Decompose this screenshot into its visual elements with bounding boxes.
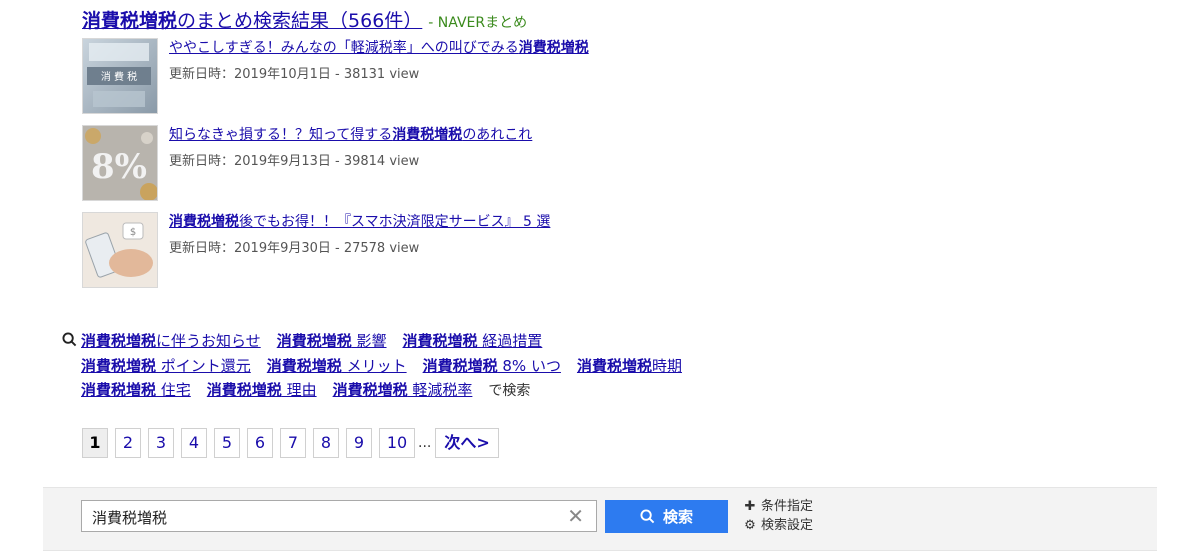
8-percent-thumbnail[interactable]: 8%	[82, 125, 158, 201]
matome-article: 消 費 税 ややこしすぎる！みんなの「軽減税率」への叫びでみる消費税増税 更新日…	[82, 38, 682, 114]
matome-title-link[interactable]: 消費税増税のまとめ検索結果（566件）	[82, 10, 422, 32]
matome-article: $ 消費税増税後でもお得！！『スマホ決済限定サービス』 5 選 更新日時：201…	[82, 212, 682, 288]
pagination: 1 2 3 4 5 6 7 8 9 10 ... 次へ>	[82, 428, 506, 458]
bottom-search-bar: ✕ 検索 ✚ 条件指定 ⚙ 検索設定	[43, 487, 1157, 551]
related-search-link[interactable]: 消費税増税 ポイント還元	[81, 357, 251, 375]
related-search-link[interactable]: 消費税増税時期	[577, 357, 682, 375]
article-meta: 更新日時：2019年9月13日 - 39814 view	[169, 154, 420, 169]
page-link[interactable]: 4	[181, 428, 207, 458]
search-button-label: 検索	[662, 508, 693, 526]
article-title-link[interactable]: 消費税増税後でもお得！！『スマホ決済限定サービス』 5 選	[169, 212, 550, 232]
tax-sign-thumbnail[interactable]: 消 費 税	[82, 38, 158, 114]
related-search-link[interactable]: 消費税増税 理由	[207, 381, 317, 399]
related-search-suffix: で検索	[488, 382, 531, 399]
article-title-link[interactable]: 知らなきゃ損する！？知って得する消費税増税のあれこれ	[169, 125, 532, 145]
advanced-search-label: 条件指定	[761, 499, 814, 514]
related-search-link[interactable]: 消費税増税 経過措置	[403, 332, 543, 350]
advanced-search-link[interactable]: ✚ 条件指定	[743, 497, 813, 516]
search-icon	[62, 330, 81, 354]
related-search-link[interactable]: 消費税増税 軽減税率	[333, 381, 473, 399]
page-link[interactable]: 3	[148, 428, 174, 458]
svg-text:8%: 8%	[91, 147, 147, 187]
matome-article: 8% 知らなきゃ損する！？知って得する消費税増税のあれこれ 更新日時：2019年…	[82, 125, 682, 201]
page-link[interactable]: 2	[115, 428, 141, 458]
page-link[interactable]: 5	[214, 428, 240, 458]
related-search-link[interactable]: 消費税増税 メリット	[267, 357, 407, 375]
matome-source: - NAVERまとめ	[428, 15, 528, 31]
article-title-link[interactable]: ややこしすぎる！みんなの「軽減税率」への叫びでみる消費税増税	[169, 38, 589, 58]
search-icon	[640, 509, 655, 524]
search-box: ✕	[81, 500, 597, 533]
matome-result-title: 消費税増税のまとめ検索結果（566件） - NAVERまとめ	[82, 8, 527, 36]
page-current: 1	[82, 428, 108, 458]
clear-icon[interactable]: ✕	[567, 506, 584, 526]
article-meta: 更新日時：2019年10月1日 - 38131 view	[169, 67, 420, 82]
page-link[interactable]: 9	[346, 428, 372, 458]
article-meta: 更新日時：2019年9月30日 - 27578 view	[169, 241, 420, 256]
search-settings-label: 検索設定	[761, 518, 814, 533]
related-search-link[interactable]: 消費税増税 影響	[277, 332, 387, 350]
smartphone-payment-thumbnail[interactable]: $	[82, 212, 158, 288]
search-settings-link[interactable]: ⚙ 検索設定	[743, 516, 813, 535]
next-page-button[interactable]: 次へ>	[435, 428, 499, 458]
related-search-link[interactable]: 消費税増税 住宅	[81, 381, 191, 399]
svg-text:消 費 税: 消 費 税	[101, 70, 137, 83]
page-link[interactable]: 6	[247, 428, 273, 458]
svg-text:$: $	[130, 227, 136, 238]
page-link[interactable]: 8	[313, 428, 339, 458]
related-searches: 消費税増税に伴うお知らせ 消費税増税 影響 消費税増税 経過措置 消費税増税 ポイン…	[62, 329, 698, 403]
pagination-ellipsis: ...	[418, 435, 432, 451]
search-input[interactable]	[90, 501, 554, 533]
page-link[interactable]: 7	[280, 428, 306, 458]
search-options: ✚ 条件指定 ⚙ 検索設定	[743, 497, 813, 535]
related-search-link[interactable]: 消費税増税に伴うお知らせ	[81, 332, 261, 350]
plus-icon: ✚	[744, 499, 756, 514]
search-button[interactable]: 検索	[605, 500, 728, 533]
gear-icon: ⚙	[744, 518, 756, 533]
page-link[interactable]: 10	[379, 428, 415, 458]
related-search-link[interactable]: 消費税増税 8% いつ	[423, 357, 561, 375]
